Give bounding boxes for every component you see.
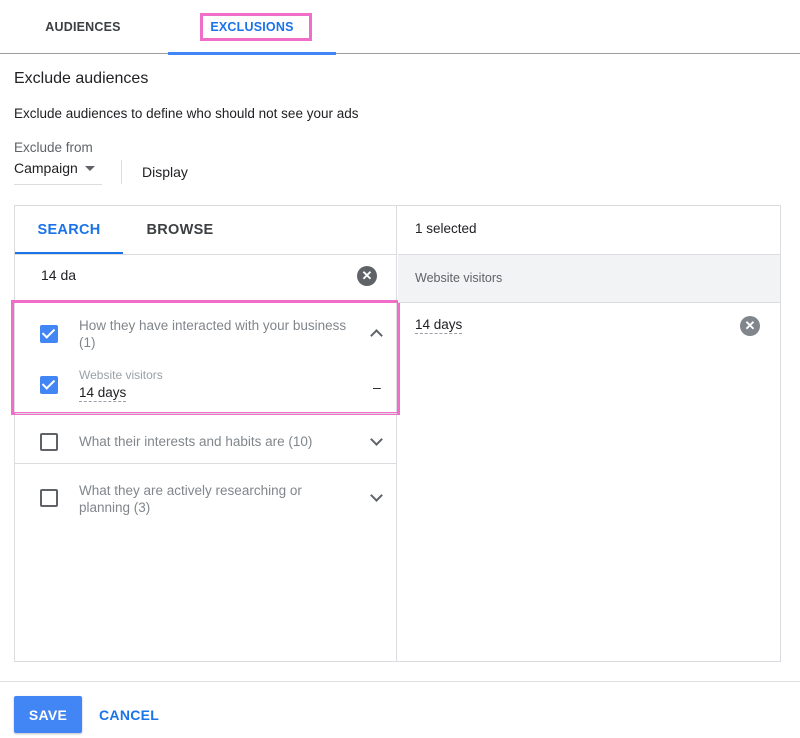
section-description: Exclude audiences to define who should n… — [14, 106, 359, 121]
search-row: ✕ — [15, 255, 397, 297]
selected-group-header: Website visitors — [398, 254, 780, 303]
tab-search[interactable]: SEARCH — [15, 206, 123, 254]
selected-count: 1 selected — [415, 221, 477, 236]
selected-group-label: Website visitors — [415, 271, 503, 285]
clear-search-icon[interactable]: ✕ — [357, 266, 377, 286]
divider — [15, 413, 397, 414]
campaign-type-label: Display — [142, 164, 188, 180]
remove-selected-icon[interactable]: ✕ — [740, 316, 760, 336]
dropdown-caret-icon — [84, 166, 95, 171]
category-label-interests: What their interests and habits are (10) — [79, 434, 313, 449]
tab-browse[interactable]: BROWSE — [123, 206, 237, 254]
divider — [15, 463, 397, 464]
deselect-dash-icon[interactable]: – — [373, 379, 381, 395]
sub-item-value[interactable]: 14 days — [79, 385, 127, 402]
selected-pane: 1 selected Website visitors 14 days ✕ — [398, 206, 780, 661]
sub-item-group-label: Website visitors — [79, 368, 163, 382]
category-checkbox-interacted[interactable] — [40, 325, 58, 343]
footer-divider — [0, 681, 800, 682]
selected-item[interactable]: 14 days — [415, 317, 463, 334]
tab-search-label: SEARCH — [37, 222, 101, 238]
tab-browse-label: BROWSE — [146, 222, 214, 238]
exclude-from-label: Exclude from — [14, 140, 93, 155]
cancel-button[interactable]: CANCEL — [99, 696, 159, 733]
audience-picker-panel: SEARCH BROWSE ✕ How they have interacted… — [11, 205, 781, 662]
audience-search-input[interactable] — [41, 267, 341, 283]
save-button[interactable]: SAVE — [14, 696, 82, 733]
chevron-down-icon[interactable] — [370, 433, 383, 446]
exclude-level-value: Campaign — [14, 160, 78, 176]
tab-audiences-label: AUDIENCES — [45, 20, 121, 34]
sub-item-checkbox[interactable] — [40, 376, 58, 394]
category-checkbox-interests[interactable] — [40, 433, 58, 451]
category-checkbox-researching[interactable] — [40, 489, 58, 507]
exclusions-highlight-box — [200, 13, 312, 41]
search-browse-pane: SEARCH BROWSE ✕ How they have interacted… — [11, 206, 400, 661]
exclude-level-dropdown[interactable]: Campaign — [14, 157, 102, 185]
category-label-researching: What they are actively researching or pl… — [79, 483, 302, 515]
tab-bar: AUDIENCES EXCLUSIONS — [0, 0, 800, 55]
tab-audiences[interactable]: AUDIENCES — [0, 0, 166, 54]
tab-exclusions[interactable]: EXCLUSIONS — [168, 0, 336, 55]
category-label-interacted: How they have interacted with your busin… — [79, 318, 347, 350]
chevron-down-icon[interactable] — [370, 489, 383, 502]
active-tab-indicator — [168, 52, 336, 55]
chevron-up-icon[interactable] — [370, 329, 383, 342]
section-heading: Exclude audiences — [14, 70, 149, 87]
vertical-divider — [121, 160, 122, 184]
